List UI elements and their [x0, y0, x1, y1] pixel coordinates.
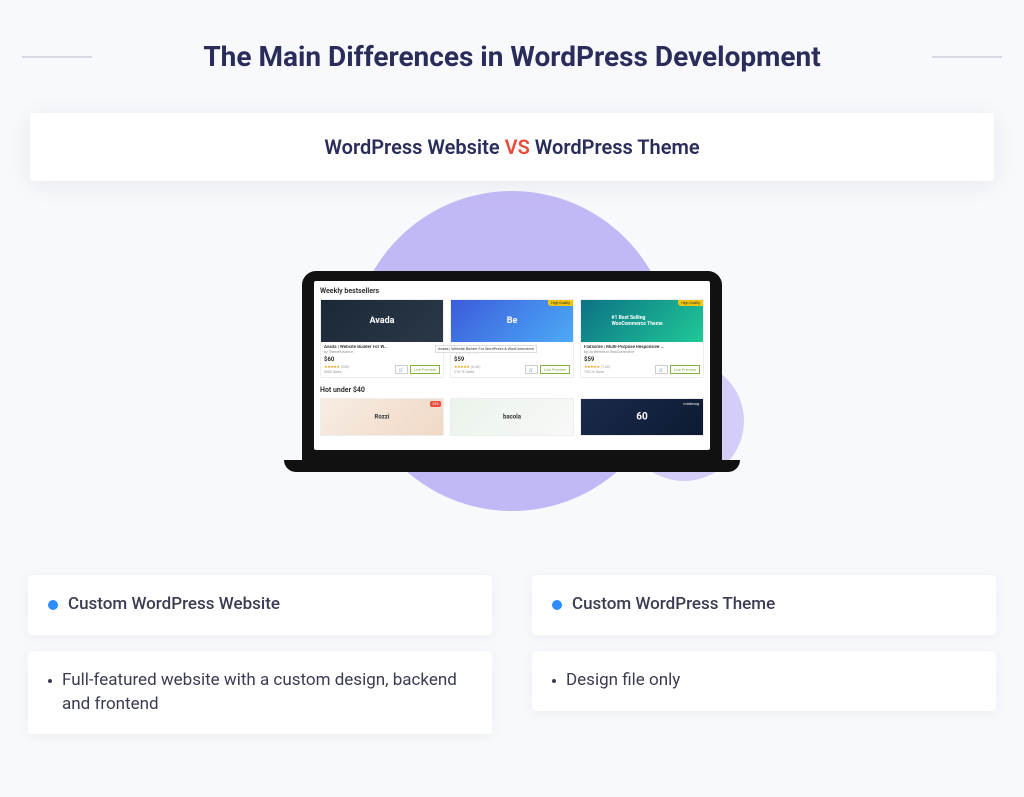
theme-thumb: Rozzi -23%	[321, 399, 443, 435]
bestseller-row: Avada | Website Builder For WordPress & …	[320, 299, 704, 378]
cart-button[interactable]: 🛒	[525, 365, 538, 374]
live-preview-button[interactable]: Live Preview	[670, 365, 700, 374]
laptop-base	[284, 460, 740, 472]
hot-themes-row: Rozzi -23% bacola minimog 60	[320, 398, 704, 436]
theme-thumb: bacola	[451, 399, 573, 435]
page-header: The Main Differences in WordPress Develo…	[0, 0, 1024, 93]
bullet-dot-icon	[48, 600, 58, 610]
quality-ribbon: High Quality	[548, 300, 573, 306]
theme-thumb: #1 Best Selling WooCommerce Theme High Q…	[581, 300, 703, 342]
theme-card-flatsome: #1 Best Selling WooCommerce Theme High Q…	[580, 299, 704, 378]
themeforest-screenshot: Weekly bestsellers Avada | Website Build…	[314, 281, 710, 450]
brand-label: minimog	[683, 401, 699, 406]
rating-count: (23K)	[341, 365, 350, 369]
theme-author: by UX-themes in WooCommerce	[584, 350, 700, 354]
page-title: The Main Differences in WordPress Develo…	[108, 40, 916, 73]
bullet-dot-icon	[552, 600, 562, 610]
laptop-screen-bezel: Weekly bestsellers Avada | Website Build…	[302, 271, 722, 460]
right-column: Custom WordPress Theme Design file only	[532, 575, 996, 734]
theme-tooltip: Avada | Website Builder For WordPress & …	[435, 345, 537, 353]
theme-card-avada: Avada Avada | Website Builder For W… by …	[320, 299, 444, 378]
right-item-text: Design file only	[566, 669, 680, 693]
bullet-icon	[552, 679, 556, 683]
left-header-text: Custom WordPress Website	[68, 593, 280, 617]
stars-icon: ★★★★★	[584, 364, 599, 369]
theme-price: $59	[584, 356, 610, 363]
theme-thumb: minimog 60	[581, 399, 703, 435]
theme-thumb: Avada	[321, 300, 443, 342]
theme-card-bacola: bacola	[450, 398, 574, 436]
left-item-card: Full-featured website with a custom desi…	[28, 651, 492, 735]
live-preview-button[interactable]: Live Preview	[540, 365, 570, 374]
bestsellers-label: Weekly bestsellers	[320, 287, 704, 295]
theme-logo: Rozzi	[375, 413, 390, 420]
subtitle-left: WordPress Website	[324, 135, 499, 159]
cart-button[interactable]: 🛒	[395, 365, 408, 374]
rating-count: (7.2K)	[601, 365, 610, 369]
sales-count: 800K Sales	[324, 370, 349, 374]
right-item-card: Design file only	[532, 651, 996, 711]
theme-logo: 60	[636, 411, 647, 422]
theme-card-betheme: Be High Quality purpose W… by muffingrou…	[450, 299, 574, 378]
left-column-header: Custom WordPress Website	[28, 575, 492, 635]
right-header-text: Custom WordPress Theme	[572, 593, 775, 617]
subtitle-right: WordPress Theme	[535, 135, 700, 159]
comparison-columns: Custom WordPress Website Full-featured w…	[0, 541, 1024, 734]
theme-thumb: Be High Quality	[451, 300, 573, 342]
stars-icon: ★★★★★	[324, 364, 339, 369]
cart-button[interactable]: 🛒	[655, 365, 668, 374]
bullet-icon	[48, 679, 52, 683]
rating-count: (6.4K)	[471, 365, 480, 369]
laptop-illustration-area: Weekly bestsellers Avada | Website Build…	[0, 201, 1024, 541]
theme-tagline: #1 Best Selling WooCommerce Theme	[612, 315, 673, 327]
live-preview-button[interactable]: Live Preview	[410, 365, 440, 374]
sales-count: 216.7K Sales	[454, 370, 480, 374]
theme-logo: Be	[507, 316, 518, 326]
theme-card-rozzi: Rozzi -23%	[320, 398, 444, 436]
hot-under-label: Hot under $40	[320, 386, 704, 394]
theme-card-minimog: minimog 60	[580, 398, 704, 436]
sales-count: 193.7K Sales	[584, 370, 610, 374]
comparison-subtitle-card: WordPress Website VS WordPress Theme	[30, 113, 994, 181]
quality-ribbon: High Quality	[678, 300, 703, 306]
theme-logo: Avada	[369, 316, 394, 326]
right-column-header: Custom WordPress Theme	[532, 575, 996, 635]
left-item-text: Full-featured website with a custom desi…	[62, 669, 472, 717]
divider-left	[22, 56, 92, 58]
sale-badge: -23%	[430, 401, 441, 407]
divider-right	[932, 56, 1002, 58]
laptop-mockup: Weekly bestsellers Avada | Website Build…	[302, 271, 722, 472]
theme-price: $59	[454, 356, 480, 363]
left-column: Custom WordPress Website Full-featured w…	[28, 575, 492, 734]
subtitle-vs: VS	[505, 135, 530, 159]
theme-price: $60	[324, 356, 349, 363]
stars-icon: ★★★★★	[454, 364, 469, 369]
theme-logo: bacola	[503, 413, 521, 420]
theme-author: by ThemeFusion in	[324, 350, 440, 354]
